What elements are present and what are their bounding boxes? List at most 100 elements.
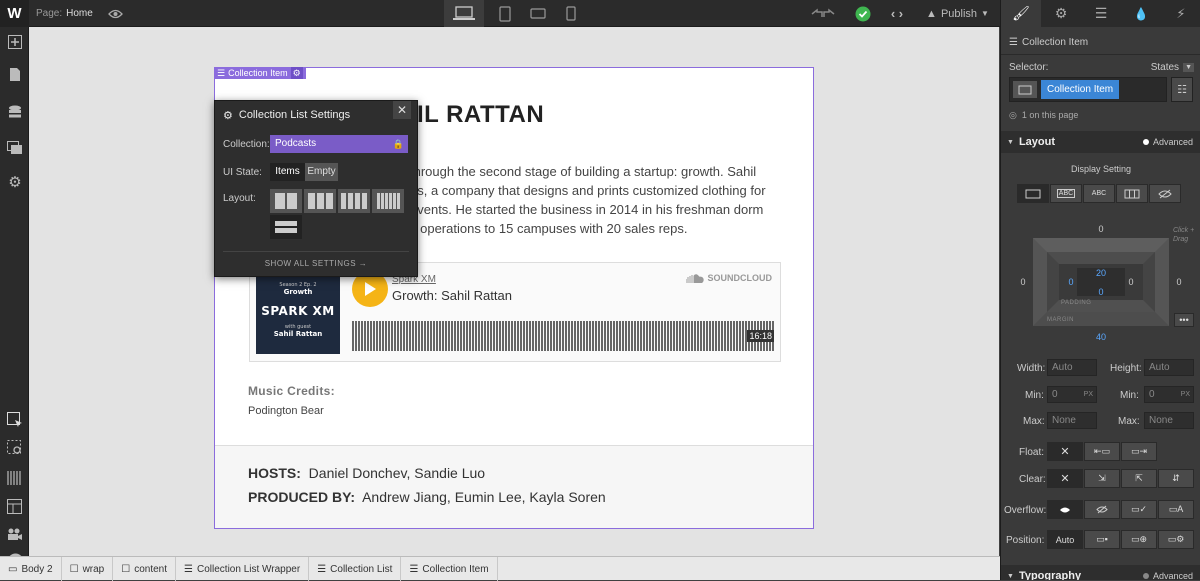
- position-relative-button[interactable]: ▭▪: [1084, 530, 1120, 549]
- desktop-view-icon[interactable]: [444, 0, 484, 27]
- navigator-tab-icon[interactable]: ☰: [1081, 0, 1121, 27]
- float-none-button[interactable]: ✕: [1047, 442, 1083, 461]
- overflow-visible-button[interactable]: [1047, 500, 1083, 519]
- max-height-input[interactable]: None: [1144, 412, 1194, 429]
- breadcrumb-content[interactable]: ☐ content: [113, 557, 177, 581]
- states-dropdown[interactable]: States ▼: [1151, 62, 1194, 73]
- state-items-button[interactable]: Items: [270, 163, 305, 181]
- breadcrumb-wrap[interactable]: ☐ wrap: [62, 557, 114, 581]
- layout-1col-button[interactable]: [270, 189, 302, 213]
- margin-left-value[interactable]: 0: [1017, 277, 1029, 287]
- padding-left-value[interactable]: 0: [1065, 277, 1077, 287]
- width-input[interactable]: Auto: [1047, 359, 1097, 376]
- display-flex-button[interactable]: [1116, 184, 1148, 203]
- podcast-artwork: Season 2 Ep. 2 Growth SPARK XM with gues…: [256, 270, 340, 354]
- eye-icon[interactable]: [100, 0, 130, 27]
- webflow-logo[interactable]: W: [0, 0, 29, 27]
- typography-section-header[interactable]: ▼ Typography Advanced: [1001, 565, 1200, 580]
- cms-database-icon[interactable]: [5, 105, 25, 125]
- layout-4col-button[interactable]: [338, 189, 370, 213]
- clear-both-button[interactable]: ⇵: [1158, 469, 1194, 488]
- add-element-icon[interactable]: [5, 35, 25, 55]
- clear-none-button[interactable]: ✕: [1047, 469, 1083, 488]
- selector-options-icon[interactable]: ☷: [1171, 77, 1193, 102]
- height-input[interactable]: Auto: [1144, 359, 1194, 376]
- settings-gear-icon[interactable]: ⚙: [5, 173, 25, 193]
- status-ok-icon[interactable]: [848, 0, 878, 27]
- clear-left-button[interactable]: ⇲: [1084, 469, 1120, 488]
- display-inline-button[interactable]: ABC: [1083, 184, 1115, 203]
- more-options-button[interactable]: •••: [1174, 313, 1194, 327]
- track-title[interactable]: Growth: Sahil Rattan: [392, 288, 512, 303]
- unit-label: PX: [1083, 391, 1093, 398]
- publish-button[interactable]: ▲ Publish ▼: [920, 0, 995, 27]
- layout-3col-button[interactable]: [304, 189, 336, 213]
- float-left-button[interactable]: ⇤▭: [1084, 442, 1120, 461]
- collection-item-icon: ☰: [217, 68, 226, 78]
- advanced-toggle[interactable]: Advanced: [1142, 137, 1193, 147]
- margin-top-value[interactable]: 0: [1095, 224, 1107, 234]
- close-icon[interactable]: ✕: [393, 101, 411, 119]
- select-cursor-icon[interactable]: [5, 412, 25, 432]
- code-export-icon[interactable]: ‹ ›: [882, 0, 912, 27]
- video-tutorial-icon[interactable]: [5, 527, 25, 547]
- interactions-icon[interactable]: ⚡: [1161, 0, 1200, 27]
- preview-eye-icon[interactable]: [5, 440, 25, 460]
- overflow-auto-button[interactable]: ▭A: [1158, 500, 1194, 519]
- breadcrumb-collection-list-wrapper[interactable]: ☰ Collection List Wrapper: [176, 557, 310, 581]
- breadcrumb-body[interactable]: ▭ Body 2: [0, 557, 62, 581]
- mobile-portrait-icon[interactable]: [556, 0, 586, 27]
- position-absolute-button[interactable]: ▭⊕: [1121, 530, 1157, 549]
- layout-list-button[interactable]: [270, 215, 302, 239]
- padding-top-value[interactable]: 20: [1091, 268, 1111, 278]
- tablet-view-icon[interactable]: [490, 0, 520, 27]
- padding-right-value[interactable]: 0: [1125, 277, 1137, 287]
- assets-icon[interactable]: [5, 141, 25, 161]
- breadcrumb-collection-item[interactable]: ☰ Collection Item: [401, 557, 498, 581]
- soundcloud-logo[interactable]: SOUNDCLOUD: [685, 273, 772, 283]
- position-fixed-button[interactable]: ▭⚙: [1158, 530, 1194, 549]
- mobile-landscape-icon[interactable]: [523, 0, 553, 27]
- margin-right-value[interactable]: 0: [1173, 277, 1185, 287]
- box-model-editor[interactable]: [1033, 238, 1169, 326]
- credits-value: Podington Bear: [248, 405, 324, 417]
- states-label: States: [1150, 62, 1180, 73]
- show-all-settings-link[interactable]: SHOW ALL SETTINGS →: [215, 259, 417, 268]
- breadcrumb-label: content: [134, 563, 168, 575]
- display-block-button[interactable]: [1017, 184, 1049, 203]
- breadcrumb-collection-list[interactable]: ☰ Collection List: [309, 557, 402, 581]
- min-width-input[interactable]: 0 PX: [1047, 386, 1097, 403]
- style-brush-icon[interactable]: 🖌: [1001, 0, 1041, 27]
- layout-section-header[interactable]: ▼ Layout Advanced: [1001, 131, 1200, 153]
- selector-field[interactable]: Collection Item: [1009, 77, 1167, 102]
- pages-icon[interactable]: [5, 67, 25, 87]
- layout-6col-button[interactable]: [372, 189, 404, 213]
- page-heading: IL RATTAN: [417, 101, 545, 128]
- display-none-button[interactable]: [1149, 184, 1181, 203]
- settings-tab-icon[interactable]: ⚙: [1041, 0, 1081, 27]
- float-right-button[interactable]: ▭⇥: [1121, 442, 1157, 461]
- position-auto-button[interactable]: Auto: [1047, 530, 1083, 549]
- overflow-scroll-button[interactable]: ▭✓: [1121, 500, 1157, 519]
- overflow-hidden-button[interactable]: [1084, 500, 1120, 519]
- display-inline-block-button[interactable]: ABC: [1050, 184, 1082, 203]
- state-empty-button[interactable]: Empty: [305, 163, 338, 181]
- page-selector[interactable]: Page: Home: [36, 0, 96, 27]
- min-height-input[interactable]: 0 PX: [1144, 386, 1194, 403]
- tag-gear-icon[interactable]: ⚙: [290, 67, 303, 79]
- max-width-input[interactable]: None: [1047, 412, 1097, 429]
- chevron-down-icon: ▼: [981, 9, 989, 18]
- undo-redo-icon[interactable]: [808, 0, 838, 27]
- grid-overlay-icon[interactable]: [5, 470, 25, 490]
- typography-advanced-toggle[interactable]: Advanced: [1142, 571, 1193, 580]
- style-manager-icon[interactable]: 💧: [1121, 0, 1161, 27]
- soundcloud-player[interactable]: Season 2 Ep. 2 Growth SPARK XM with gues…: [249, 262, 781, 362]
- collection-select[interactable]: Podcasts 🔒: [270, 135, 408, 153]
- layout-overlay-icon[interactable]: [5, 499, 25, 519]
- selection-tag[interactable]: ☰ Collection Item ⚙: [214, 67, 306, 79]
- design-canvas[interactable]: IL RATTAN through the second stage of bu…: [29, 27, 999, 556]
- selector-chip[interactable]: Collection Item: [1041, 80, 1120, 99]
- clear-right-button[interactable]: ⇱: [1121, 469, 1157, 488]
- margin-bottom-value[interactable]: 40: [1091, 332, 1111, 342]
- padding-bottom-value[interactable]: 0: [1095, 287, 1107, 297]
